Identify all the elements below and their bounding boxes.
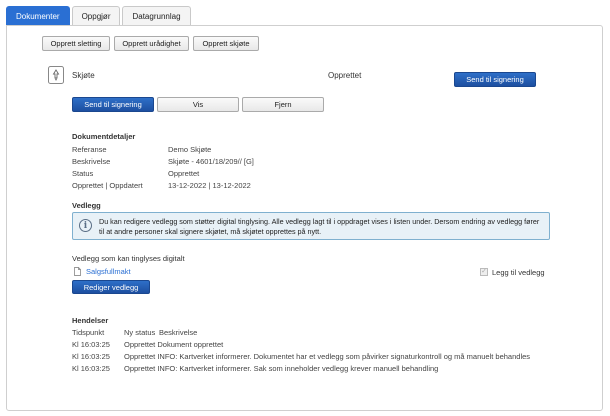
document-name: Skjøte (72, 71, 95, 80)
event-text: Opprettet INFO: Kartverket informerer. S… (124, 364, 439, 373)
tab-datagrunnlag[interactable]: Datagrunnlag (122, 6, 191, 25)
document-status: Opprettet (328, 71, 362, 80)
remove-button[interactable]: Fjern (242, 97, 324, 112)
detail-value-reference: Demo Skjøte (168, 145, 212, 154)
info-text: Du kan redigere vedlegg som støtter digi… (99, 217, 540, 236)
digital-attachments-title: Vedlegg som kan tinglyses digitalt (72, 254, 185, 263)
attachments-title: Vedlegg (72, 201, 101, 210)
events-header-status: Ny status (124, 328, 156, 337)
document-icon (48, 66, 64, 84)
events-header-description: Beskrivelse (159, 328, 198, 337)
tab-dokumenter[interactable]: Dokumenter (6, 6, 70, 25)
events-title: Hendelser (72, 316, 109, 325)
view-button[interactable]: Vis (157, 97, 239, 112)
detail-label-dates: Opprettet | Oppdatert (72, 181, 143, 190)
event-time: Kl 16:03:25 (72, 352, 110, 361)
event-time: Kl 16:03:25 (72, 364, 110, 373)
details-title: Dokumentdetaljer (72, 132, 136, 141)
attachment-link[interactable]: Salgsfullmakt (86, 267, 131, 276)
create-restraint-button[interactable]: Opprett urådighet (114, 36, 189, 51)
detail-value-dates: 13-12-2022 | 13-12-2022 (168, 181, 251, 190)
events-header-time: Tidspunkt (72, 328, 105, 337)
create-deletion-button[interactable]: Opprett sletting (42, 36, 110, 51)
info-icon: i (79, 219, 92, 232)
add-attachment-label: Legg til vedlegg (492, 268, 545, 277)
event-text: Opprettet INFO: Kartverket informerer. D… (124, 352, 531, 361)
add-attachment-checkbox[interactable]: ✓ (480, 268, 488, 276)
detail-value-status: Opprettet (168, 169, 200, 178)
event-text: Opprettet Dokument opprettet (124, 340, 224, 349)
tab-bar: Dokumenter Oppgjør Datagrunnlag (6, 6, 191, 26)
tab-oppgjor[interactable]: Oppgjør (71, 6, 121, 25)
create-deed-button[interactable]: Opprett skjøte (193, 36, 259, 51)
edit-attachments-button[interactable]: Rediger vedlegg (72, 280, 150, 294)
detail-value-description: Skjøte - 4601/18/209// [G] (168, 157, 254, 166)
detail-label-reference: Referanse (72, 145, 107, 154)
event-time: Kl 16:03:25 (72, 340, 110, 349)
file-icon (74, 267, 81, 276)
send-signing-button[interactable]: Send til signering (72, 97, 154, 112)
info-box: i Du kan redigere vedlegg som støtter di… (72, 212, 550, 240)
detail-label-description: Beskrivelse (72, 157, 111, 166)
send-signing-top-button[interactable]: Send til signering (454, 72, 536, 87)
detail-label-status: Status (72, 169, 94, 178)
